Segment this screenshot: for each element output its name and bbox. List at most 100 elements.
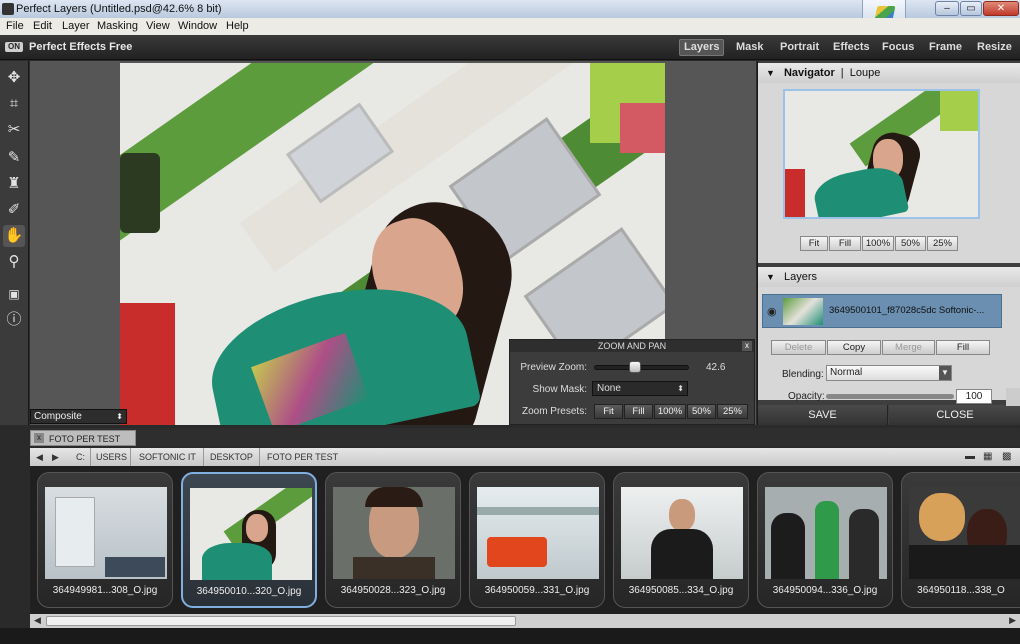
- blending-select[interactable]: Normal ▼: [826, 365, 952, 381]
- menu-help[interactable]: Help: [226, 18, 249, 35]
- thumbnail-item-selected[interactable]: 364950010...320_O.jpg: [181, 472, 317, 608]
- scissors-icon[interactable]: ✂: [3, 119, 25, 141]
- preset-50-button[interactable]: 50%: [687, 404, 716, 419]
- preset-fill-button[interactable]: Fill: [624, 404, 653, 419]
- thumbnail-item[interactable]: 364950028...323_O.jpg: [325, 472, 461, 608]
- crop-icon[interactable]: ⌗: [3, 93, 25, 115]
- menu-masking[interactable]: Masking: [97, 18, 138, 35]
- nav-50-button[interactable]: 50%: [895, 236, 926, 251]
- show-mask-value: None: [597, 383, 621, 394]
- blending-label: Blending:: [782, 369, 824, 380]
- zoom-presets-label: Zoom Presets:: [521, 406, 587, 417]
- close-button[interactable]: CLOSE: [889, 405, 1020, 425]
- nav-fill-button[interactable]: Fill: [829, 236, 861, 251]
- path-segment-desktop[interactable]: DESKTOP: [203, 448, 253, 466]
- close-icon[interactable]: x: [34, 433, 44, 443]
- menu-window[interactable]: Window: [178, 18, 217, 35]
- window-title: Perfect Layers (Untitled.psd@42.6% 8 bit…: [16, 3, 222, 15]
- browser-tab[interactable]: FOTO PER TEST: [30, 430, 136, 446]
- preset-25-button[interactable]: 25%: [717, 404, 748, 419]
- vertical-scrollbar[interactable]: [1006, 388, 1020, 406]
- brush-icon[interactable]: ✎: [3, 147, 25, 169]
- opacity-label: Opacity:: [788, 391, 825, 402]
- opacity-input[interactable]: 100: [956, 389, 992, 404]
- path-segment-softonic[interactable]: SOFTONIC IT: [130, 448, 196, 466]
- horizontal-scrollbar[interactable]: ◀ ▶: [30, 614, 1020, 628]
- preset-fit-button[interactable]: Fit: [594, 404, 623, 419]
- compare-icon[interactable]: ▣: [3, 283, 25, 305]
- path-segment-c[interactable]: C:: [76, 448, 85, 466]
- preset-100-button[interactable]: 100%: [654, 404, 686, 419]
- menu-edit[interactable]: Edit: [33, 18, 52, 35]
- eye-icon[interactable]: ◉: [767, 305, 777, 318]
- layer-row[interactable]: ◉ 3649500101_f87028c5dc Softonic-...: [762, 294, 1002, 328]
- nav-fit-button[interactable]: Fit: [800, 236, 828, 251]
- tab-frame[interactable]: Frame: [925, 39, 966, 56]
- opacity-slider[interactable]: [826, 394, 954, 399]
- nav-100-button[interactable]: 100%: [862, 236, 894, 251]
- tab-effects[interactable]: Effects: [829, 39, 874, 56]
- scroll-thumb[interactable]: [46, 616, 516, 626]
- minimize-button[interactable]: –: [935, 1, 959, 16]
- move-icon[interactable]: ✥: [3, 67, 25, 89]
- navigator-tab[interactable]: Navigator: [784, 67, 835, 79]
- delete-layer-button[interactable]: Delete: [771, 340, 826, 355]
- loupe-tab[interactable]: Loupe: [850, 67, 881, 79]
- large-grid-view-icon[interactable]: ▩: [1002, 448, 1011, 466]
- collapse-icon[interactable]: ▼: [766, 272, 775, 282]
- menu-layer[interactable]: Layer: [62, 18, 90, 35]
- status-bar: [0, 628, 1020, 644]
- thumbnail-item[interactable]: 364950085...334_O.jpg: [613, 472, 749, 608]
- close-window-button[interactable]: ✕: [983, 1, 1019, 16]
- path-segment-users[interactable]: USERS: [90, 448, 127, 466]
- nav-25-button[interactable]: 25%: [927, 236, 958, 251]
- thumbnail-caption: 364950118...338_O: [917, 585, 1005, 596]
- show-mask-select[interactable]: None ⬍: [592, 381, 688, 396]
- back-arrow-icon[interactable]: ◀: [36, 448, 43, 466]
- list-view-icon[interactable]: ▬: [965, 448, 975, 466]
- thumbnail-image: [765, 487, 887, 579]
- thumbnail-image: [621, 487, 743, 579]
- navigator-header: ▼ Navigator | Loupe: [758, 63, 1020, 83]
- scroll-right-icon[interactable]: ▶: [1009, 615, 1016, 626]
- tab-resize[interactable]: Resize: [973, 39, 1016, 56]
- zoom-slider-track[interactable]: [594, 365, 689, 370]
- menu-view[interactable]: View: [146, 18, 170, 35]
- stamp-icon[interactable]: ♜: [3, 173, 25, 195]
- tab-separator: |: [840, 67, 844, 79]
- close-icon[interactable]: x: [742, 341, 752, 351]
- retouch-brush-icon[interactable]: ✐: [3, 199, 25, 221]
- collapse-icon[interactable]: ▼: [766, 68, 775, 78]
- zoom-icon[interactable]: ⚲: [3, 251, 25, 273]
- tab-focus[interactable]: Focus: [878, 39, 918, 56]
- save-button[interactable]: SAVE: [758, 405, 888, 425]
- thumbnail-item[interactable]: 364950059...331_O.jpg: [469, 472, 605, 608]
- info-icon[interactable]: ⓘ: [3, 309, 25, 331]
- scroll-left-icon[interactable]: ◀: [34, 615, 41, 626]
- maximize-button[interactable]: ▭: [960, 1, 982, 16]
- thumbnail-caption: 364950059...331_O.jpg: [484, 585, 590, 596]
- thumbnail-item[interactable]: 364950118...338_O: [901, 472, 1020, 608]
- blending-value: Normal: [830, 367, 863, 378]
- zoom-slider-handle[interactable]: [628, 361, 641, 373]
- forward-arrow-icon[interactable]: ▶: [52, 448, 59, 466]
- layer-thumbnail: [783, 298, 823, 325]
- menu-file[interactable]: File: [6, 18, 24, 35]
- thumbnail-caption: 364950085...334_O.jpg: [628, 585, 734, 596]
- show-mask-label: Show Mask:: [532, 384, 587, 395]
- thumbnail-item[interactable]: 364949981...308_O.jpg: [37, 472, 173, 608]
- tab-layers[interactable]: Layers: [679, 39, 725, 56]
- hand-icon[interactable]: ✋: [3, 225, 25, 247]
- composite-select[interactable]: Composite ⬍: [30, 409, 127, 424]
- merge-layer-button[interactable]: Merge: [882, 340, 935, 355]
- grid-view-icon[interactable]: ▦: [983, 448, 992, 466]
- copy-layer-button[interactable]: Copy: [827, 340, 881, 355]
- tab-portrait[interactable]: Portrait: [776, 39, 823, 56]
- thumbnail-item[interactable]: 364950094...336_O.jpg: [757, 472, 893, 608]
- layers-title: Layers: [783, 271, 818, 283]
- tab-mask[interactable]: Mask: [732, 39, 768, 56]
- path-segment-folder[interactable]: FOTO PER TEST: [259, 448, 338, 466]
- thumbnail-image: [477, 487, 599, 579]
- navigator-preview[interactable]: [783, 89, 980, 219]
- fill-layer-button[interactable]: Fill: [936, 340, 990, 355]
